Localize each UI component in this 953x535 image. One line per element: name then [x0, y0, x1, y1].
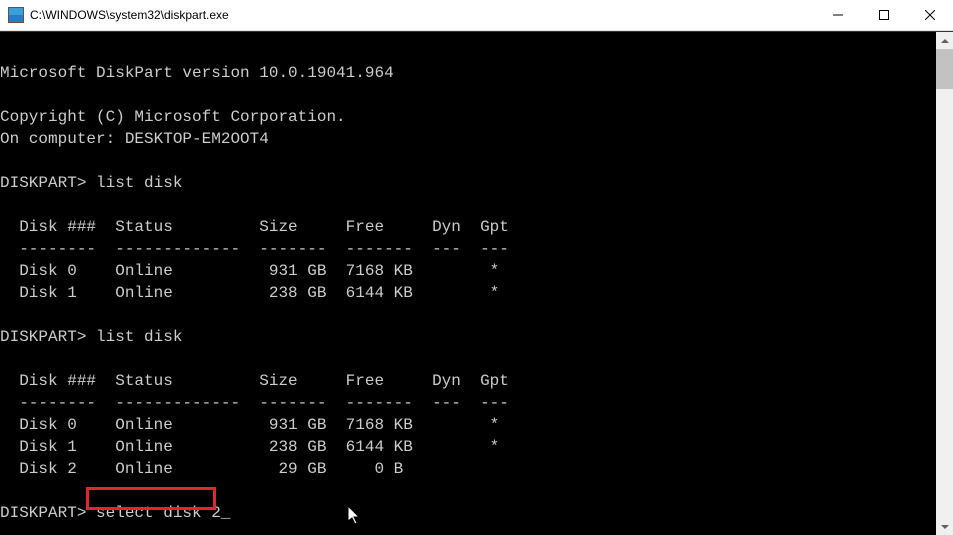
computer-line: On computer: DESKTOP-EM2OOT4 [0, 130, 269, 148]
table-header: Disk ### Status Size Free Dyn Gpt [0, 218, 509, 236]
typed-command: select disk 2 [96, 504, 221, 522]
table-row: Disk 2 Online 29 GB 0 B [0, 460, 403, 478]
terminal-output: Microsoft DiskPart version 10.0.19041.96… [0, 32, 953, 524]
scroll-track[interactable] [936, 49, 953, 518]
table-divider: -------- ------------- ------- ------- -… [0, 240, 509, 258]
minimize-button[interactable] [815, 0, 861, 31]
table-row: Disk 0 Online 931 GB 7168 KB * [0, 416, 499, 434]
close-icon [925, 10, 935, 20]
maximize-button[interactable] [861, 0, 907, 31]
titlebar-left: C:\WINDOWS\system32\diskpart.exe [8, 7, 229, 23]
copyright-line: Copyright (C) Microsoft Corporation. [0, 108, 346, 126]
scroll-down-arrow-icon[interactable] [936, 518, 953, 535]
terminal-area[interactable]: Microsoft DiskPart version 10.0.19041.96… [0, 31, 953, 535]
vertical-scrollbar[interactable] [936, 32, 953, 535]
prompt-prefix: DISKPART> [0, 504, 96, 522]
prompt-line: DISKPART> list disk [0, 174, 182, 192]
maximize-icon [879, 10, 889, 20]
diskpart-app-icon [8, 7, 24, 23]
window-title: C:\WINDOWS\system32\diskpart.exe [30, 8, 229, 22]
table-header: Disk ### Status Size Free Dyn Gpt [0, 372, 509, 390]
version-line: Microsoft DiskPart version 10.0.19041.96… [0, 64, 394, 82]
scroll-thumb[interactable] [936, 49, 953, 89]
prompt-line: DISKPART> list disk [0, 328, 182, 346]
table-row: Disk 1 Online 238 GB 6144 KB * [0, 438, 499, 456]
minimize-icon [833, 10, 843, 20]
caret: _ [221, 504, 231, 522]
table-divider: -------- ------------- ------- ------- -… [0, 394, 509, 412]
table-row: Disk 0 Online 931 GB 7168 KB * [0, 262, 499, 280]
titlebar[interactable]: C:\WINDOWS\system32\diskpart.exe [0, 0, 953, 31]
table-row: Disk 1 Online 238 GB 6144 KB * [0, 284, 499, 302]
scroll-up-arrow-icon[interactable] [936, 32, 953, 49]
window-controls [815, 0, 953, 31]
close-button[interactable] [907, 0, 953, 31]
